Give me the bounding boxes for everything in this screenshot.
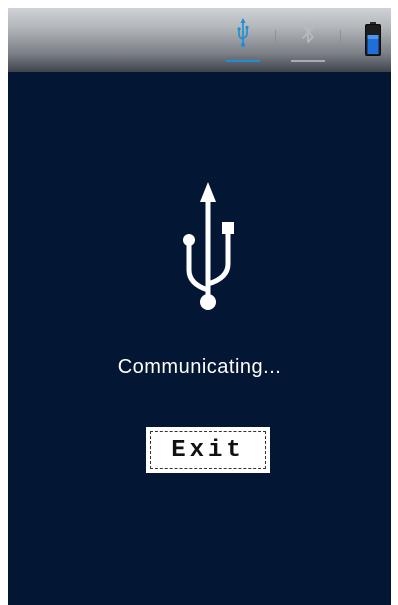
status-text: Communicating... bbox=[117, 356, 282, 378]
exit-button-label: Exit bbox=[150, 431, 266, 469]
battery-icon bbox=[365, 22, 381, 56]
usb-tab-icon bbox=[237, 18, 249, 47]
bluetooth-icon bbox=[302, 21, 314, 43]
tab-bluetooth-underline bbox=[291, 60, 325, 62]
tab-separator bbox=[275, 30, 276, 48]
top-bar bbox=[8, 8, 391, 72]
tab-usb-underline bbox=[226, 60, 260, 62]
tab-separator bbox=[340, 30, 341, 48]
tab-bluetooth[interactable] bbox=[291, 18, 325, 62]
usb-icon bbox=[183, 182, 234, 310]
device-screen: Communicating... Exit bbox=[8, 8, 391, 605]
tab-usb[interactable] bbox=[226, 18, 260, 62]
exit-button[interactable]: Exit bbox=[146, 427, 270, 473]
